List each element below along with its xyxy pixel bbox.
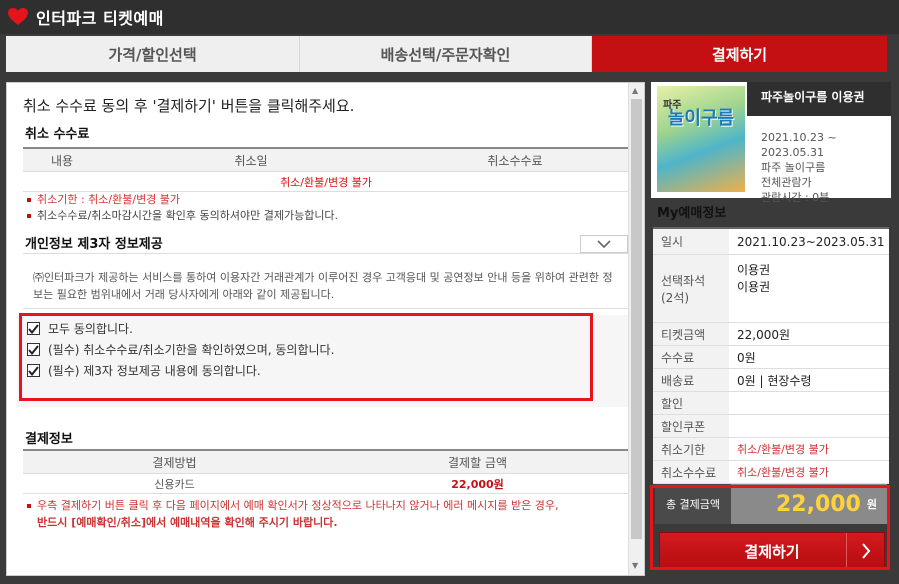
row-value: 0원: [737, 350, 756, 365]
poster-title-text: 놀이구름: [667, 108, 735, 129]
booking-row-cancel-deadline: 취소기한 취소/환불/변경 불가: [653, 438, 889, 461]
header-payment-method: 결제방법: [152, 455, 197, 470]
payment-info-header: 결제방법 결제할 금액: [23, 451, 629, 474]
row-value: [729, 415, 889, 437]
performance-info: 2021.10.23 ~ 2023.05.31 파주 놀이구름 전체관람가 관람…: [761, 130, 887, 205]
row-value: 취소/환불/변경 불가: [737, 466, 829, 479]
privacy-text: ㈜인터파크가 제공하는 서비스를 통하여 이용자간 거래관계가 이루어진 경우 …: [33, 271, 613, 301]
booking-row-date: 일시 2021.10.23~2023.05.31: [653, 229, 889, 255]
tab-payment[interactable]: 결제하기: [592, 36, 887, 72]
performance-venue: 파주 놀이구름: [761, 161, 826, 174]
scroll-down-icon[interactable]: ▼: [632, 561, 638, 570]
chevron-down-icon: [597, 240, 611, 248]
booking-row-seats: 선택좌석 (2석) 이용권 이용권: [653, 255, 889, 323]
booking-row-delivery: 배송료 0원 | 현장수령: [653, 369, 889, 392]
header-cancel-date: 취소일: [234, 153, 268, 168]
cancel-fee-row: 취소/환불/변경 불가: [23, 172, 629, 192]
cancel-fee-header: 내용 취소일 취소수수료: [23, 149, 629, 172]
performance-period-end: 2023.05.31: [761, 146, 824, 159]
row-key: 취소기한: [653, 438, 729, 460]
payment-highlight-frame: [650, 485, 890, 570]
payment-info-title: 결제정보: [25, 432, 73, 447]
payment-notes: 우측 결제하기 버튼 클릭 후 다음 페이지에서 예매 확인서가 정상적으로 나…: [27, 497, 558, 531]
privacy-title: 개인정보 제3자 정보제공: [25, 237, 163, 252]
row-value: 취소/환불/변경 불가: [737, 443, 829, 456]
row-key: 할인쿠폰: [653, 415, 729, 437]
payment-info-table: 결제방법 결제할 금액 신용카드 22,000원: [23, 449, 629, 494]
booking-row-coupon: 할인쿠폰: [653, 415, 889, 438]
payment-info-row: 신용카드 22,000원: [23, 474, 629, 494]
scrollbar-thumb[interactable]: [631, 99, 642, 539]
title-bar: 인터파크 티켓예매: [0, 0, 899, 34]
my-booking-title: My예매정보: [657, 206, 727, 221]
row-value: 이용권 이용권: [737, 263, 771, 294]
privacy-expand-button[interactable]: [580, 235, 628, 253]
row-value: 2021.10.23~2023.05.31: [737, 234, 885, 249]
row-key: 선택좌석 (2석): [653, 255, 729, 322]
main-panel: 취소 수수료 동의 후 '결제하기' 버튼을 클릭해주세요. 취소 수수료 내용…: [6, 82, 645, 576]
agreement-highlight-frame: [19, 313, 593, 401]
performance-poster: 파주 놀이구름: [657, 86, 745, 192]
step-tabs: 가격/할인선택 배송선택/주문자확인 결제하기: [6, 36, 887, 72]
header-cancel-fee: 취소수수료: [487, 153, 543, 168]
tab-delivery-orderer[interactable]: 배송선택/주문자확인: [300, 36, 592, 72]
row-value: 22,000원: [737, 327, 791, 342]
row-key: 수수료: [653, 346, 729, 368]
performance-title: 파주놀이구름 이용권: [761, 90, 865, 104]
performance-card: 파주 놀이구름 파주놀이구름 이용권 2021.10.23 ~ 2023.05.…: [651, 82, 891, 204]
row-key: 취소수수료: [653, 461, 729, 483]
booking-row-discount: 할인: [653, 392, 889, 415]
tab-price-discount[interactable]: 가격/할인선택: [6, 36, 300, 72]
row-key: 할인: [653, 392, 729, 414]
note-cancel-deadline: 취소기한 : 취소/환불/변경 불가: [27, 192, 338, 208]
note-confirm-fee: 취소수수료/취소마감시간을 확인후 동의하셔야만 결제가능합니다.: [27, 208, 338, 224]
instruction-text: 취소 수수료 동의 후 '결제하기' 버튼을 클릭해주세요.: [23, 97, 355, 115]
header-content: 내용: [50, 153, 74, 168]
booking-row-cancel-fee: 취소수수료 취소/환불/변경 불가: [653, 461, 889, 484]
privacy-box: ㈜인터파크가 제공하는 서비스를 통하여 이용자간 거래관계가 이루어진 경우 …: [23, 253, 629, 309]
my-booking-table: 일시 2021.10.23~2023.05.31 선택좌석 (2석) 이용권 이…: [653, 227, 889, 484]
app-title: 인터파크 티켓예매: [36, 9, 164, 28]
row-key: 티켓금액: [653, 323, 729, 345]
cancel-fee-title: 취소 수수료: [25, 127, 90, 142]
booking-row-ticket-price: 티켓금액 22,000원: [653, 323, 889, 346]
row-value: [729, 392, 889, 414]
row-key: 일시: [653, 229, 729, 254]
performance-rating: 전체관람가: [761, 176, 812, 189]
cancel-notes: 취소기한 : 취소/환불/변경 불가 취소수수료/취소마감시간을 확인후 동의하…: [27, 192, 338, 224]
payment-note-line-1: 우측 결제하기 버튼 클릭 후 다음 페이지에서 예매 확인서가 정상적으로 나…: [27, 497, 558, 514]
row-value: 0원 | 현장수령: [737, 373, 812, 388]
payment-method-value: 신용카드: [154, 477, 195, 491]
heart-logo-icon: [8, 8, 28, 25]
scroll-up-icon[interactable]: ▲: [632, 86, 638, 95]
cancel-fee-table: 내용 취소일 취소수수료 취소/환불/변경 불가: [23, 147, 629, 192]
booking-row-fee: 수수료 0원: [653, 346, 889, 369]
payment-note-line-2: 반드시 [예매확인/취소]에서 예매내역을 확인해 주시기 바랍니다.: [37, 516, 338, 529]
payment-amount-value: 22,000원: [451, 477, 504, 491]
performance-runtime: 관람시간 : 0분: [761, 191, 830, 204]
header-payment-amount: 결제할 금액: [447, 455, 507, 470]
main-scrollbar[interactable]: ▲ ▼: [628, 83, 644, 575]
row-key: 배송료: [653, 369, 729, 391]
performance-period-start: 2021.10.23 ~: [761, 131, 837, 144]
